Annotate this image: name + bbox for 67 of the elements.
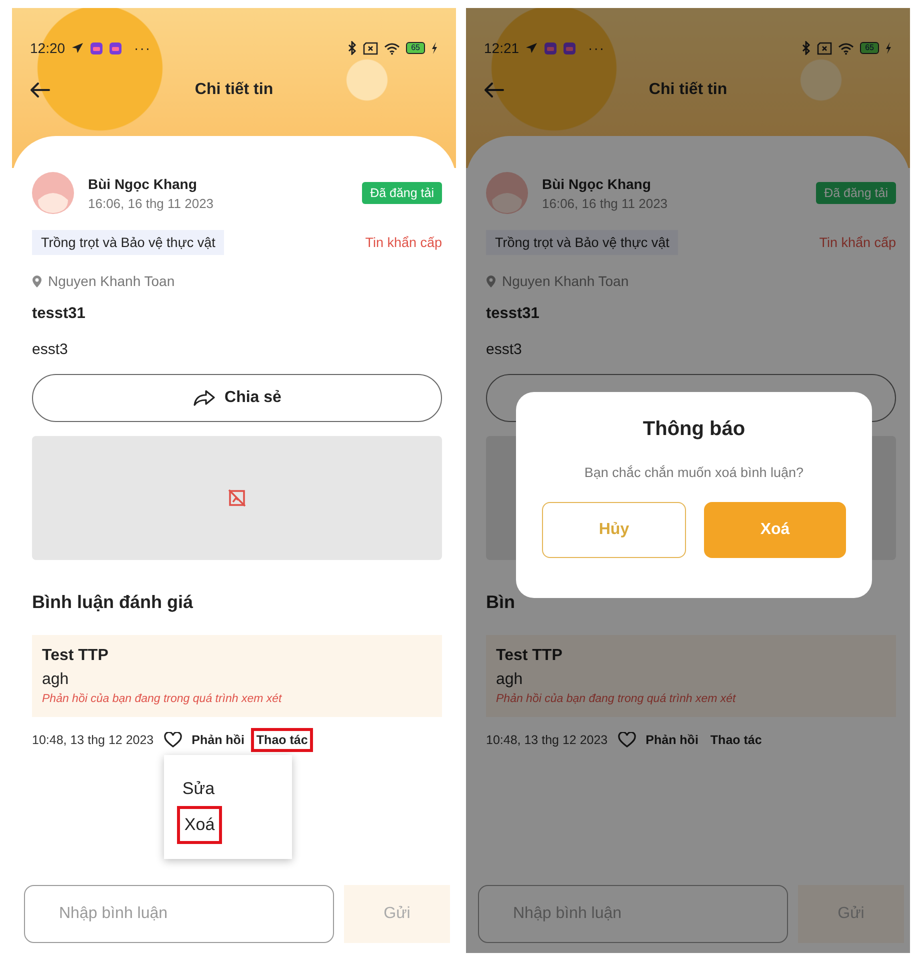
- post-time: 16:06, 16 thg 11 2023: [88, 196, 215, 210]
- back-arrow-icon[interactable]: [30, 82, 50, 98]
- section-heading: Bìn: [486, 592, 516, 613]
- battery-indicator: 65: [406, 42, 425, 54]
- post-body: esst3: [486, 341, 523, 358]
- wifi-icon: [838, 42, 854, 54]
- post-body: esst3: [32, 341, 69, 358]
- reply-link[interactable]: Phản hồi: [644, 731, 700, 749]
- share-arrow-icon: [192, 390, 215, 406]
- more-dots: ···: [588, 40, 606, 56]
- comment-input[interactable]: Nhập bình luận: [24, 885, 334, 943]
- comment-text: agh: [496, 671, 524, 689]
- app-icon: [563, 42, 576, 54]
- clock-time: 12:21: [484, 40, 520, 56]
- comment-author: Test TTP: [496, 647, 564, 665]
- actions-link[interactable]: Thao tác: [254, 731, 310, 749]
- broken-image-icon: [228, 489, 246, 507]
- charging-icon: [885, 42, 892, 54]
- category-tag: Trồng trọt và Bảo vệ thực vật: [32, 230, 224, 255]
- actions-link[interactable]: Thao tác: [708, 731, 764, 749]
- menu-item[interactable]: Xoá: [180, 809, 219, 841]
- post-title: tesst31: [32, 305, 86, 323]
- author-name: Bùi Ngọc Khang: [88, 176, 198, 192]
- author-name: Bùi Ngọc Khang: [542, 176, 652, 192]
- location-pin-icon: [486, 274, 496, 288]
- page-title: Chi tiết tin: [648, 81, 728, 99]
- section-heading: Bình luận đánh giá: [32, 592, 194, 613]
- bluetooth-icon: [802, 41, 812, 55]
- location-text: Nguyen Khanh Toan: [502, 273, 629, 289]
- share-button[interactable]: Chia sẻ: [32, 374, 442, 422]
- avatar: [32, 172, 74, 214]
- page-title: Chi tiết tin: [194, 81, 274, 99]
- battery-indicator: 65: [860, 42, 879, 54]
- location-text: Nguyen Khanh Toan: [48, 273, 175, 289]
- clock-time: 12:20: [30, 40, 66, 56]
- send-icon: [525, 42, 538, 54]
- reply-link[interactable]: Phản hồi: [190, 731, 246, 749]
- location-pin-icon: [32, 274, 42, 288]
- more-dots: ···: [134, 40, 152, 56]
- bluetooth-icon: [348, 41, 358, 55]
- category-tag: Trồng trọt và Bảo vệ thực vật: [486, 230, 678, 255]
- avatar: [486, 172, 528, 214]
- sim-icon: [363, 42, 378, 54]
- send-icon: [71, 42, 84, 54]
- post-time: 16:06, 16 thg 11 2023: [542, 196, 669, 210]
- charging-icon: [431, 42, 438, 54]
- comment-text: agh: [42, 671, 70, 689]
- comment-author: Test TTP: [42, 647, 110, 665]
- urgency-label: Tin khẩn cấp: [819, 235, 896, 250]
- heart-icon[interactable]: [164, 732, 182, 748]
- menu-item[interactable]: Sửa: [180, 773, 217, 805]
- dialog-message: Bạn chắc chắn muốn xoá bình luận?: [584, 465, 804, 480]
- post-title: tesst31: [486, 305, 540, 323]
- status-badge: Đã đăng tải: [816, 182, 896, 204]
- comment-time: 10:48, 13 thg 12 2023: [486, 733, 608, 747]
- urgency-label: Tin khẩn cấp: [365, 235, 442, 250]
- comment-input[interactable]: Nhập bình luận: [478, 885, 788, 943]
- status-badge: Đã đăng tải: [362, 182, 442, 204]
- app-icon: [544, 42, 558, 54]
- sim-icon: [817, 42, 832, 54]
- app-icon: [90, 42, 104, 54]
- comment-time: 10:48, 13 thg 12 2023: [32, 733, 154, 747]
- dialog-title: Thông báo: [642, 418, 746, 441]
- review-notice: Phản hồi của bạn đang trong quá trình xem xét: [42, 693, 283, 705]
- review-notice: Phản hồi của bạn đang trong quá trình xem xét: [496, 693, 737, 705]
- app-icon: [109, 42, 122, 54]
- wifi-icon: [384, 42, 400, 54]
